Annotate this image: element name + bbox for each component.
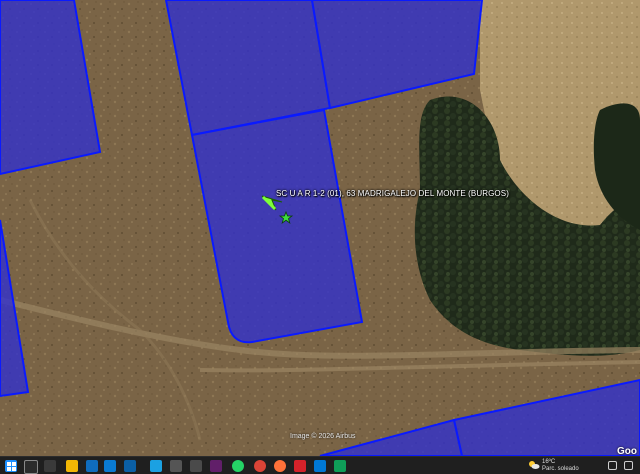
whatsapp-icon[interactable] <box>232 460 244 472</box>
start-icon[interactable] <box>5 460 17 472</box>
acrobat-icon[interactable] <box>294 460 306 472</box>
imagery-copyright: Image © 2026 Airbus <box>290 433 356 440</box>
skype-icon[interactable] <box>314 460 326 472</box>
chrome-icon[interactable] <box>254 460 266 472</box>
network-icon[interactable] <box>608 461 617 470</box>
files-icon[interactable] <box>170 460 182 472</box>
slack-icon[interactable] <box>210 460 222 472</box>
task-view-icon[interactable] <box>44 460 56 472</box>
mail-icon[interactable] <box>104 460 116 472</box>
weather-temp[interactable]: 16ºC <box>542 459 555 465</box>
store-icon[interactable] <box>86 460 98 472</box>
place-label: SC U A R 1-2 (01), 63 MADRIGALEJO DEL MO… <box>276 189 509 198</box>
edge-icon[interactable] <box>150 460 162 472</box>
satellite-map[interactable] <box>0 0 640 456</box>
file-explorer-icon[interactable] <box>66 460 78 472</box>
taskbar: 16ºC Parc. soleado <box>0 456 640 474</box>
save-icon[interactable] <box>190 460 202 472</box>
photos-icon[interactable] <box>124 460 136 472</box>
weather-desc[interactable]: Parc. soleado <box>542 466 579 472</box>
search-icon[interactable] <box>24 460 38 474</box>
weather-icon[interactable] <box>528 460 540 470</box>
notifications-icon[interactable] <box>624 461 633 470</box>
sheets-icon[interactable] <box>334 460 346 472</box>
firefox-icon[interactable] <box>274 460 286 472</box>
